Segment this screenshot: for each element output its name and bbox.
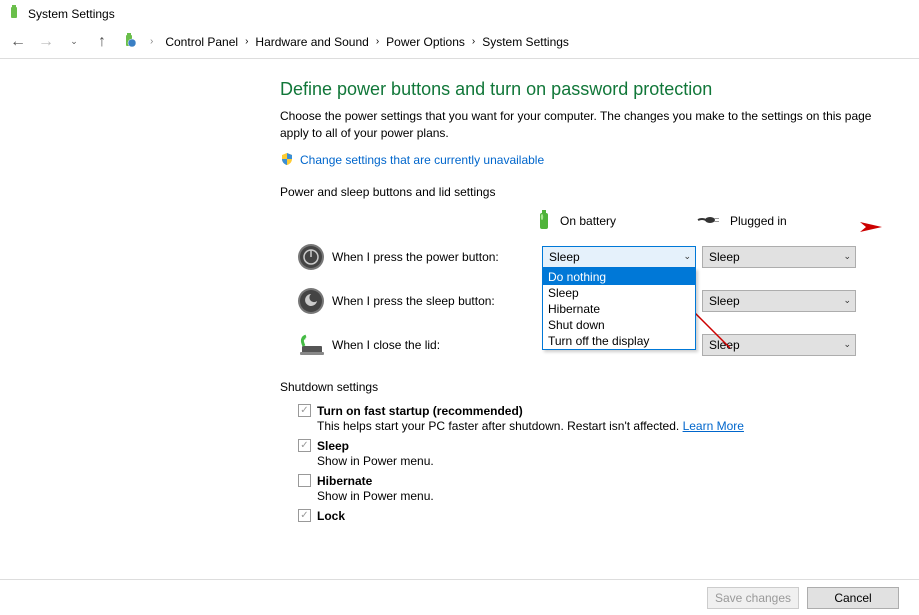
- battery-label: On battery: [560, 214, 616, 228]
- power-button-icon: [296, 242, 326, 272]
- power-icon[interactable]: [120, 31, 138, 52]
- fast-startup-help: This helps start your PC faster after sh…: [317, 419, 879, 433]
- power-button-row: When I press the power button: Sleep ⌄ D…: [296, 242, 879, 272]
- option-hibernate[interactable]: Hibernate: [543, 301, 695, 317]
- plugged-label: Plugged in: [730, 214, 787, 228]
- sleep-row: Sleep Show in Power menu.: [298, 439, 879, 468]
- column-headers: On battery Plugged in: [536, 209, 879, 234]
- shutdown-section-label: Shutdown settings: [280, 380, 879, 394]
- cancel-button[interactable]: Cancel: [807, 587, 899, 609]
- lock-checkbox[interactable]: [298, 509, 311, 522]
- breadcrumb: Control Panel › Hardware and Sound › Pow…: [165, 35, 569, 49]
- chevron-down-icon: ⌄: [843, 295, 851, 306]
- chevron-down-icon: ⌄: [843, 251, 851, 262]
- option-shut-down[interactable]: Shut down: [543, 317, 695, 333]
- footer: Save changes Cancel: [0, 579, 919, 615]
- option-turn-off-display[interactable]: Turn off the display: [543, 333, 695, 349]
- breadcrumb-item[interactable]: System Settings: [482, 35, 569, 49]
- power-button-label: When I press the power button:: [332, 250, 536, 264]
- breadcrumb-item[interactable]: Hardware and Sound: [255, 35, 368, 49]
- change-settings-text: Change settings that are currently unava…: [300, 153, 544, 167]
- select-value: Sleep: [709, 294, 740, 308]
- forward-button[interactable]: →: [36, 32, 56, 52]
- chevron-right-icon: ›: [372, 36, 383, 47]
- fast-startup-checkbox[interactable]: [298, 404, 311, 417]
- laptop-lid-icon: [296, 330, 326, 360]
- sleep-button-label: When I press the sleep button:: [332, 294, 536, 308]
- sleep-button-plugged-select[interactable]: Sleep ⌄: [702, 290, 856, 312]
- hibernate-label: Hibernate: [317, 474, 372, 488]
- plugged-column-header: Plugged in: [696, 209, 856, 234]
- learn-more-link[interactable]: Learn More: [683, 419, 744, 433]
- option-do-nothing[interactable]: Do nothing: [543, 269, 695, 285]
- chevron-right-icon: ›: [146, 36, 157, 47]
- window-title: System Settings: [28, 7, 115, 21]
- change-settings-link[interactable]: Change settings that are currently unava…: [280, 152, 879, 169]
- battery-column-header: On battery: [536, 209, 696, 234]
- breadcrumb-item[interactable]: Power Options: [386, 35, 465, 49]
- fast-startup-help-text: This helps start your PC faster after sh…: [317, 419, 683, 433]
- chevron-down-icon: ⌄: [843, 339, 851, 350]
- battery-icon: [6, 4, 28, 23]
- power-button-plugged-select[interactable]: Sleep ⌄: [702, 246, 856, 268]
- recent-chevron-icon[interactable]: ⌄: [64, 32, 84, 52]
- power-button-battery-select[interactable]: Sleep ⌄ Do nothing Sleep Hibernate Shut …: [542, 246, 696, 268]
- select-value: Sleep: [549, 250, 580, 264]
- shield-icon: [280, 152, 294, 169]
- chevron-right-icon: ›: [241, 36, 252, 47]
- select-value: Sleep: [709, 338, 740, 352]
- page-subtitle: Choose the power settings that you want …: [280, 108, 879, 142]
- chevron-down-icon: ⌄: [683, 251, 691, 262]
- sleep-help: Show in Power menu.: [317, 454, 879, 468]
- select-value: Sleep: [709, 250, 740, 264]
- plug-icon: [696, 212, 722, 231]
- fast-startup-label: Turn on fast startup (recommended): [317, 404, 523, 418]
- save-changes-button[interactable]: Save changes: [707, 587, 799, 609]
- power-section-label: Power and sleep buttons and lid settings: [280, 185, 879, 199]
- titlebar: System Settings: [0, 0, 919, 27]
- hibernate-checkbox[interactable]: [298, 474, 311, 487]
- sleep-label: Sleep: [317, 439, 349, 453]
- back-button[interactable]: ←: [8, 32, 28, 52]
- up-button[interactable]: ↑: [92, 32, 112, 52]
- lock-label: Lock: [317, 509, 345, 523]
- close-lid-plugged-select[interactable]: Sleep ⌄: [702, 334, 856, 356]
- chevron-right-icon: ›: [468, 36, 479, 47]
- dropdown-list: Do nothing Sleep Hibernate Shut down Tur…: [542, 268, 696, 350]
- navbar: ← → ⌄ ↑ › Control Panel › Hardware and S…: [0, 27, 919, 56]
- close-lid-label: When I close the lid:: [332, 338, 536, 352]
- sleep-checkbox[interactable]: [298, 439, 311, 452]
- fast-startup-row: Turn on fast startup (recommended) This …: [298, 404, 879, 433]
- page-title: Define power buttons and turn on passwor…: [280, 79, 879, 100]
- hibernate-row: Hibernate Show in Power menu.: [298, 474, 879, 503]
- option-sleep[interactable]: Sleep: [543, 285, 695, 301]
- hibernate-help: Show in Power menu.: [317, 489, 879, 503]
- battery-icon: [536, 209, 552, 234]
- lock-row: Lock: [298, 509, 879, 523]
- breadcrumb-item[interactable]: Control Panel: [165, 35, 238, 49]
- sleep-button-icon: [296, 286, 326, 316]
